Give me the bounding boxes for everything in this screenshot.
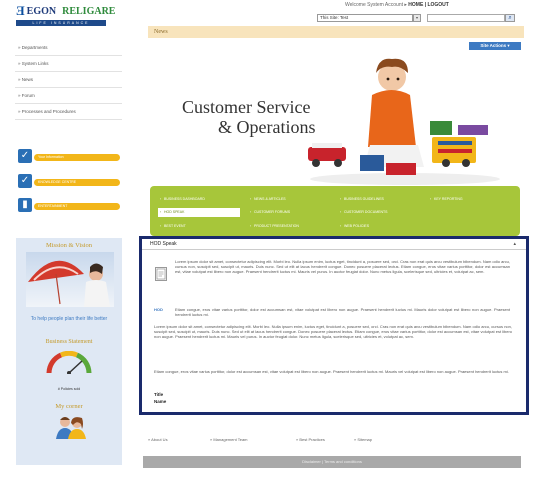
left-info-panel: Mission & Vision To help people plan the… xyxy=(16,238,122,465)
my-corner-title: My corner xyxy=(55,403,83,410)
hod-signature-name: Name xyxy=(154,399,167,404)
mission-vision-title: Mission & Vision xyxy=(45,242,93,249)
nav-product-presentation[interactable]: PRODUCT PRESENTATION xyxy=(248,222,330,231)
nav-web-policies[interactable]: WEB POLICIES xyxy=(338,222,420,231)
leftnav-item-departments[interactable]: » Departments xyxy=(15,40,122,56)
badge-your-information[interactable]: ✓ Your Information xyxy=(18,149,120,163)
people-icon[interactable] xyxy=(54,415,88,439)
nav-business-dashboard[interactable]: BUSINESS DASHBOARD xyxy=(158,195,240,204)
site-actions-button[interactable]: Site Actions ▾ xyxy=(469,42,521,50)
hod-paragraph-1: Lorem ipsum dolor sit amet, consectetur … xyxy=(175,259,510,274)
welcome-text[interactable]: Welcome System Account ▸ xyxy=(345,2,407,8)
collapse-icon[interactable]: ▴ xyxy=(513,239,516,250)
badge-label: KNOWLEDGE CENTRE xyxy=(34,179,120,186)
hod-paragraph-2: Etiam congue, eros vitae varius porttito… xyxy=(175,307,510,317)
search-scope-select[interactable]: This Site: Test xyxy=(317,14,413,22)
hod-signature-title: Title xyxy=(154,392,164,397)
leftnav-item-processes[interactable]: » Processes and Procedures xyxy=(15,104,122,120)
badge-knowledge-centre[interactable]: ✓ KNOWLEDGE CENTRE xyxy=(18,174,120,188)
nav-news-articles[interactable]: NEWS & ARTICLES xyxy=(248,195,330,204)
nav-customer-forums[interactable]: CUSTOMER FORUMS xyxy=(248,208,330,217)
news-bar[interactable]: News xyxy=(148,26,524,38)
search-icon[interactable]: ⌕ xyxy=(505,14,515,22)
section-navigation: BUSINESS DASHBOARD NEWS & ARTICLES BUSIN… xyxy=(150,186,520,236)
checkmark-icon: ✓ xyxy=(18,174,32,188)
hod-speak-panel: HOD Speak ▴ Lorem ipsum dolor sit amet, … xyxy=(139,236,529,415)
speedometer-icon xyxy=(46,350,92,375)
footer-links: » About Us » Management Team » Best Prac… xyxy=(148,437,528,445)
leftnav-item-news[interactable]: » News xyxy=(15,72,122,88)
search-bar: This Site: Test ▾ ⌕ xyxy=(317,14,517,22)
welcome-menu[interactable]: Welcome System Account ▸ HOME | LOGOUT xyxy=(345,2,449,8)
footer-link-best-practices[interactable]: » Best Practices xyxy=(296,437,325,442)
logo-text-religare: RELIGARE xyxy=(62,5,116,17)
hero-title-line-2: & Operations xyxy=(218,117,316,137)
footer-link-sitemap[interactable]: » Sitemap xyxy=(354,437,372,442)
hod-tag: HOD xyxy=(154,307,163,312)
business-statement-title: Business Statement xyxy=(45,339,93,345)
document-icon xyxy=(155,267,167,281)
hero-child-with-toys-image xyxy=(300,55,510,185)
umbrella-family-image xyxy=(26,252,114,307)
hero-title: Customer Service & Operations xyxy=(182,97,315,137)
hod-speak-heading: HOD Speak xyxy=(150,241,177,247)
nav-key-reporting[interactable]: KEY REPORTING xyxy=(428,195,510,204)
badge-label: ENTERTAINMENT xyxy=(34,203,120,210)
nav-best-event[interactable]: BEST EVENT xyxy=(158,222,240,231)
checkmark-icon: ✓ xyxy=(18,149,32,163)
nav-business-guidelines[interactable]: BUSINESS GUIDELINES xyxy=(338,195,420,204)
hod-paragraph-3: Lorem ipsum dolor sit amet, consectetur … xyxy=(154,324,512,339)
leftnav-item-forum[interactable]: » Forum xyxy=(15,88,122,104)
nav-hod-speak[interactable]: HOD SPEAK xyxy=(158,208,240,217)
hero-title-line-1: Customer Service xyxy=(182,97,311,117)
search-input[interactable] xyxy=(427,14,505,22)
leftnav-item-system-links[interactable]: » System Links xyxy=(15,56,122,72)
logo-text-aegon: EGON xyxy=(26,5,57,17)
badge-label: Your Information xyxy=(34,154,120,161)
logo-stripe: LIFE INSURANCE xyxy=(16,20,106,26)
gauge-label: # Policies sold xyxy=(57,387,81,391)
left-navigation: » Departments » System Links » News » Fo… xyxy=(15,40,122,120)
footer-bar[interactable]: Disclaimer | Terms and conditions xyxy=(143,456,521,468)
nav-customer-documents[interactable]: CUSTOMER DOCUMENTS xyxy=(338,208,420,217)
hod-speak-header: HOD Speak ▴ xyxy=(142,239,526,250)
footer-link-management-team[interactable]: » Management Team xyxy=(210,437,248,442)
chevron-down-icon[interactable]: ▾ xyxy=(413,14,421,22)
logo-mark: Ǝ xyxy=(16,3,25,18)
hod-paragraph-4: Etiam congue, eros vitae varius porttito… xyxy=(154,369,509,374)
mission-link[interactable]: To help people plan their life better xyxy=(16,316,122,322)
company-logo[interactable]: Ǝ EGON RELIGARE LIFE INSURANCE xyxy=(16,3,115,26)
footer-link-about-us[interactable]: » About Us xyxy=(148,437,168,442)
home-logout-links[interactable]: HOME | LOGOUT xyxy=(408,2,449,8)
badge-entertainment[interactable]: ▮ ENTERTAINMENT xyxy=(18,198,120,212)
film-icon: ▮ xyxy=(18,198,32,212)
